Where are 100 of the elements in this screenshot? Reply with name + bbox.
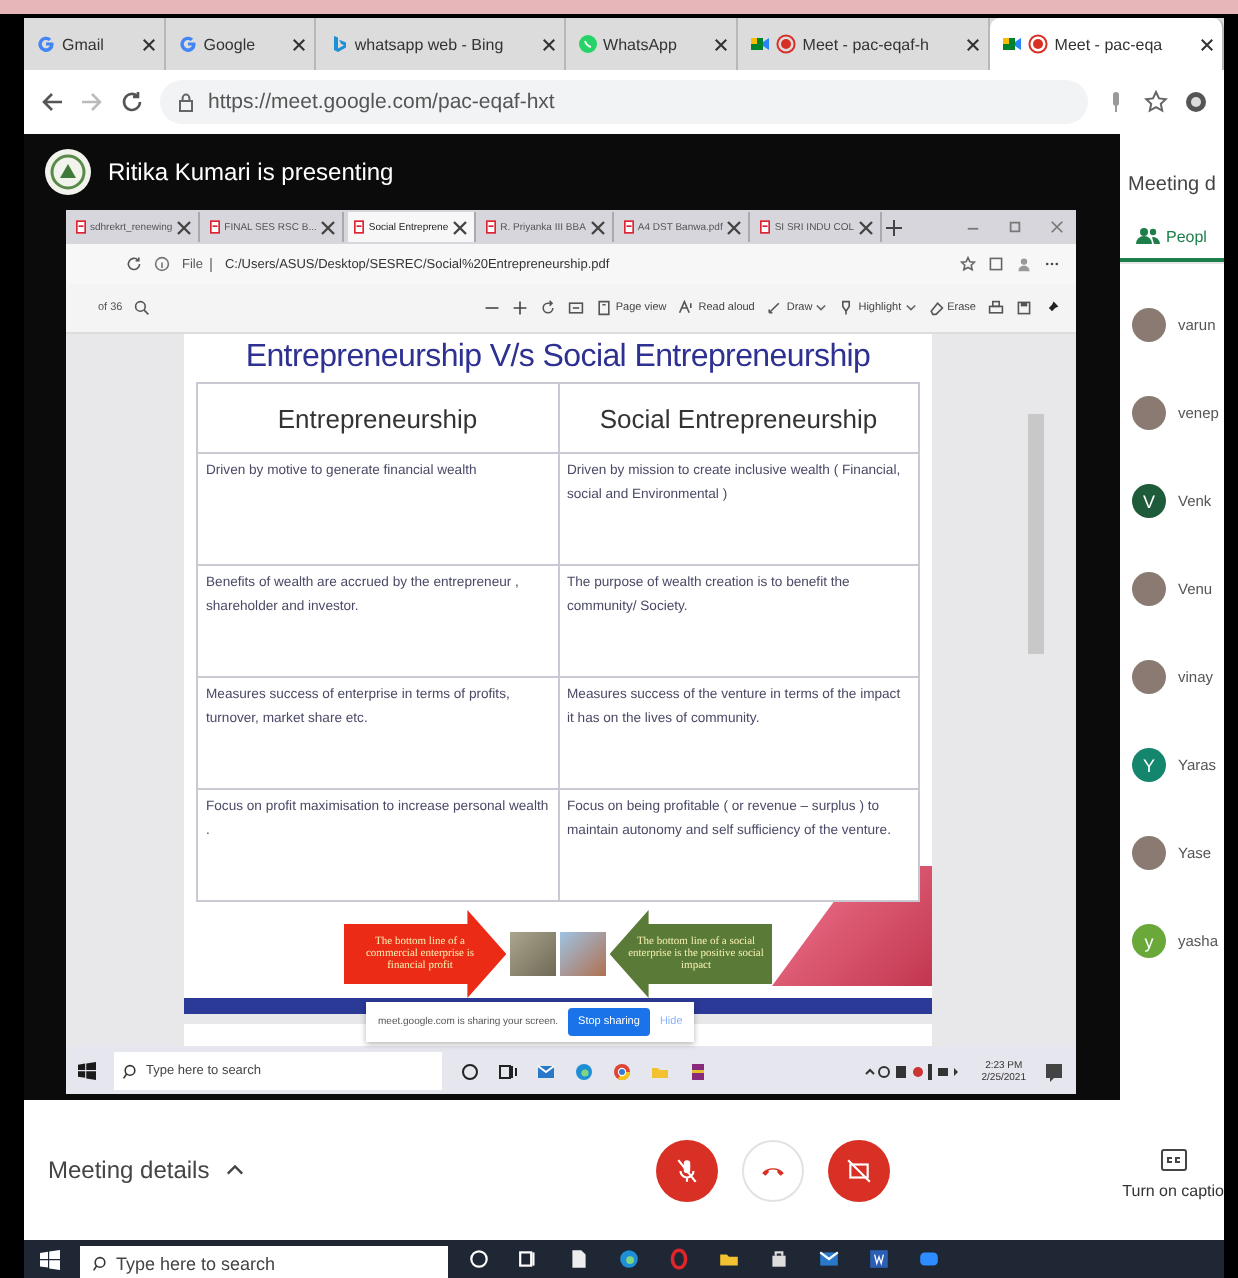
close-icon[interactable]: [1199, 37, 1214, 51]
browser-tab[interactable]: whatsapp web - Bing: [316, 18, 566, 70]
video-camera-icon[interactable]: [918, 1248, 940, 1270]
page-view-icon: [595, 300, 612, 316]
avatar: Y: [1132, 748, 1166, 782]
close-icon[interactable]: [176, 219, 193, 235]
close-icon[interactable]: [589, 219, 606, 235]
browser-tab[interactable]: Google: [165, 18, 317, 70]
browser-icon[interactable]: [612, 1061, 632, 1081]
avatar: y: [1132, 924, 1166, 958]
column-header: Social Entrepreneurship: [558, 383, 919, 453]
windows-logo-icon[interactable]: [78, 1062, 96, 1080]
document-icon[interactable]: [568, 1248, 590, 1270]
rotate-icon[interactable]: [539, 300, 556, 316]
circle-icon[interactable]: [460, 1061, 480, 1081]
captions-label[interactable]: Turn on captio: [1122, 1182, 1224, 1200]
maximize-icon[interactable]: [1008, 220, 1022, 234]
lock-icon: [176, 92, 196, 112]
close-icon[interactable]: [320, 219, 337, 235]
avatar: V: [1132, 484, 1166, 518]
avatar: [1132, 572, 1166, 606]
pin-icon[interactable]: [1044, 300, 1060, 316]
notification-icon[interactable]: [1044, 1061, 1064, 1081]
reload-icon[interactable]: [126, 256, 142, 272]
microphone-button[interactable]: [656, 1139, 718, 1201]
info-icon[interactable]: [154, 256, 170, 272]
microphone-off-icon: [674, 1157, 700, 1183]
browser-tab[interactable]: Gmail: [24, 18, 166, 70]
close-icon[interactable]: [452, 219, 469, 235]
video-camera-icon: [750, 34, 771, 54]
chevron-up-icon: [225, 1164, 244, 1176]
save-icon[interactable]: [1016, 300, 1032, 316]
meeting-details-button[interactable]: Meeting details: [48, 1156, 244, 1184]
close-icon[interactable]: [858, 219, 875, 235]
read-aloud-icon: [678, 300, 695, 316]
close-icon[interactable]: [726, 219, 743, 235]
pdf-icon: [486, 220, 497, 234]
windows-logo-icon[interactable]: [40, 1249, 60, 1269]
ring-icon[interactable]: [668, 1248, 690, 1270]
scrollbar[interactable]: [1028, 414, 1044, 654]
bing-icon: [328, 34, 349, 54]
address-field[interactable]: https://meet.google.com/pac-eqaf-hxt: [160, 80, 1088, 124]
task-view-icon[interactable]: [518, 1248, 540, 1270]
fit-page-icon[interactable]: [567, 300, 584, 316]
collections-icon[interactable]: [988, 256, 1004, 272]
reload-icon[interactable]: [120, 90, 144, 114]
system-tray-icons[interactable]: [863, 1061, 964, 1081]
people-icon: [1136, 226, 1160, 246]
close-icon[interactable]: [714, 37, 729, 51]
column-header: Entrepreneurship: [197, 383, 558, 453]
print-icon[interactable]: [988, 300, 1004, 316]
photo-placeholder: [510, 932, 556, 976]
pdf-icon: [623, 220, 634, 234]
profile-icon[interactable]: [1184, 90, 1208, 114]
search-icon: [122, 1063, 138, 1079]
avatar: [1132, 396, 1166, 430]
camera-button[interactable]: [828, 1139, 890, 1201]
browser-tab[interactable]: Meet - pac-eqa: [990, 18, 1224, 70]
chat-bubble-icon: [577, 34, 598, 54]
panel-title: Meeting d: [1126, 172, 1218, 194]
archive-icon[interactable]: [688, 1061, 708, 1081]
star-icon[interactable]: [960, 256, 976, 272]
word-document-icon[interactable]: [868, 1248, 890, 1270]
pdf-icon: [760, 220, 771, 234]
close-icon[interactable]: [541, 37, 556, 51]
captions-icon[interactable]: [1159, 1148, 1188, 1172]
emblem-icon: [44, 148, 92, 196]
pdf-icon: [76, 220, 86, 234]
close-icon[interactable]: [292, 37, 307, 51]
mail-icon[interactable]: [818, 1248, 840, 1270]
search-field[interactable]: Type here to search: [80, 1246, 448, 1278]
google-icon: [36, 34, 56, 54]
eraser-icon: [927, 300, 944, 316]
record-icon: [1028, 34, 1049, 54]
task-view-icon[interactable]: [498, 1061, 518, 1081]
avatar: [1132, 836, 1166, 870]
browser-icon[interactable]: [618, 1248, 640, 1270]
avatar: [1132, 660, 1166, 694]
presenter-title: Ritika Kumari is presenting: [108, 158, 394, 186]
record-icon: [776, 34, 797, 54]
shopping-bag-icon[interactable]: [768, 1248, 790, 1270]
pdf-icon: [210, 220, 221, 234]
search-icon[interactable]: [134, 300, 151, 316]
browser-tab[interactable]: WhatsApp: [565, 18, 739, 70]
slide-title: Entrepreneurship V/s Social Entrepreneurship: [243, 338, 873, 378]
close-icon[interactable]: [141, 37, 156, 51]
close-icon[interactable]: [966, 37, 981, 51]
star-icon[interactable]: [1144, 90, 1168, 114]
photo-placeholder: [560, 932, 606, 976]
new-tab-icon[interactable]: [886, 219, 903, 235]
pen-icon: [766, 300, 783, 316]
avatar: [1132, 308, 1166, 342]
google-icon: [177, 34, 198, 54]
highlighter-icon: [838, 300, 855, 316]
plus-icon[interactable]: [511, 300, 528, 316]
pdf-icon: [354, 220, 365, 234]
people-tab[interactable]: Peopl: [1120, 194, 1224, 262]
back-icon[interactable]: [40, 90, 64, 114]
search-icon: [92, 1255, 108, 1271]
video-camera-icon: [1002, 34, 1023, 54]
